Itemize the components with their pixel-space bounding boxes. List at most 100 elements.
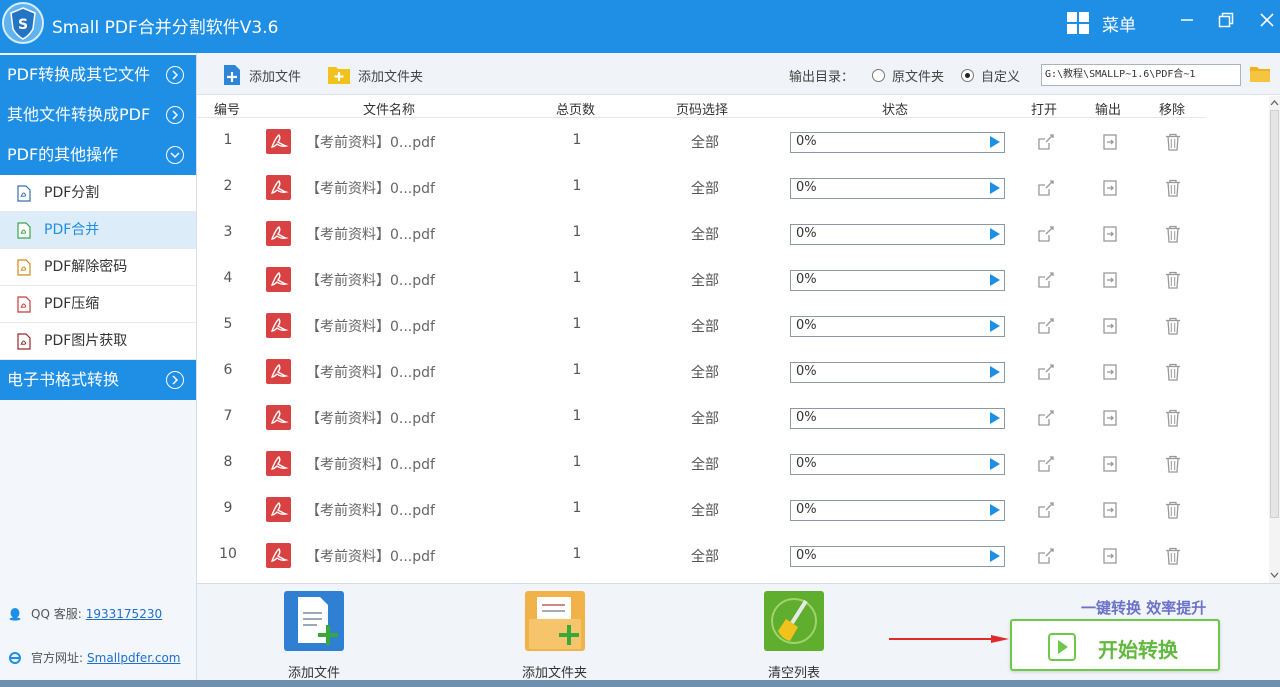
play-icon[interactable]: [990, 504, 1000, 516]
output-folder-icon[interactable]: [1100, 270, 1120, 290]
open-file-icon[interactable]: [1036, 316, 1056, 336]
table-row[interactable]: 9 【考前资料】0...pdf 1 全部 0%: [197, 486, 1205, 532]
open-file-icon[interactable]: [1036, 454, 1056, 474]
output-path-field[interactable]: G:\教程\SMALLP~1.6\PDF合~1: [1041, 64, 1241, 86]
table-row[interactable]: 5 【考前资料】0...pdf 1 全部 0%: [197, 302, 1205, 348]
output-folder-icon[interactable]: [1100, 546, 1120, 566]
sidebar-item-pdf-split[interactable]: PDF分割: [0, 175, 196, 212]
trash-icon[interactable]: [1163, 132, 1183, 152]
row-page-select[interactable]: 全部: [675, 408, 735, 428]
radio-original-folder[interactable]: 原文件夹: [872, 66, 944, 85]
row-page-select[interactable]: 全部: [675, 500, 735, 520]
browse-folder-icon[interactable]: [1249, 65, 1271, 83]
play-icon[interactable]: [990, 136, 1000, 148]
table-row[interactable]: 7 【考前资料】0...pdf 1 全部 0%: [197, 394, 1205, 440]
trash-icon[interactable]: [1163, 316, 1183, 336]
file-table: 编号 文件名称 总页数 页码选择 状态 打开 输出 移除 1 【考前资料】0...…: [197, 96, 1269, 583]
play-icon[interactable]: [990, 550, 1000, 562]
output-folder-icon[interactable]: [1100, 408, 1120, 428]
vertical-scrollbar[interactable]: [1269, 96, 1280, 583]
row-page-select[interactable]: 全部: [675, 132, 735, 152]
trash-icon[interactable]: [1163, 500, 1183, 520]
sidebar-cat-label: 其他文件转换成PDF: [7, 105, 151, 124]
bottom-add-folder-button[interactable]: 添加文件夹: [522, 591, 587, 681]
output-folder-icon[interactable]: [1100, 362, 1120, 382]
row-page-select[interactable]: 全部: [675, 178, 735, 198]
radio-custom-folder[interactable]: 自定义: [961, 66, 1020, 85]
open-file-icon[interactable]: [1036, 500, 1056, 520]
toolbar: 添加文件 添加文件夹 输出目录： 原文件夹 自定义 G:\教程\SMALLP~1…: [197, 53, 1280, 95]
scroll-up-icon[interactable]: [1270, 98, 1279, 108]
play-icon[interactable]: [990, 458, 1000, 470]
table-row[interactable]: 2 【考前资料】0...pdf 1 全部 0%: [197, 164, 1205, 210]
row-page-select[interactable]: 全部: [675, 454, 735, 474]
row-page-select[interactable]: 全部: [675, 224, 735, 244]
output-folder-icon[interactable]: [1100, 454, 1120, 474]
start-convert-button[interactable]: 开始转换: [1010, 619, 1220, 671]
sidebar-item-pdf-unlock[interactable]: PDF解除密码: [0, 249, 196, 286]
play-icon[interactable]: [990, 182, 1000, 194]
open-file-icon[interactable]: [1036, 178, 1056, 198]
play-icon[interactable]: [990, 274, 1000, 286]
sidebar-item-pdf-compress[interactable]: PDF压缩: [0, 286, 196, 323]
play-icon[interactable]: [990, 320, 1000, 332]
maximize-button[interactable]: [1213, 8, 1239, 32]
scroll-thumb[interactable]: [1270, 110, 1279, 518]
row-progress-bar: 0%: [790, 454, 1005, 475]
site-url-link[interactable]: Smallpdfer.com: [87, 651, 180, 665]
trash-icon[interactable]: [1163, 408, 1183, 428]
bottom-add-file-button[interactable]: 添加文件: [284, 591, 344, 681]
add-folder-icon: [328, 67, 350, 84]
row-page-select[interactable]: 全部: [675, 316, 735, 336]
pdf-merge-icon: [17, 222, 31, 239]
output-folder-icon[interactable]: [1100, 500, 1120, 520]
row-pages: 1: [572, 408, 582, 424]
row-page-select[interactable]: 全部: [675, 362, 735, 382]
open-file-icon[interactable]: [1036, 224, 1056, 244]
row-status: 0%: [796, 410, 817, 425]
output-folder-icon[interactable]: [1100, 178, 1120, 198]
output-folder-icon[interactable]: [1100, 316, 1120, 336]
add-folder-button[interactable]: 添加文件夹: [326, 64, 423, 86]
open-file-icon[interactable]: [1036, 270, 1056, 290]
menu-button[interactable]: 菜单: [1067, 9, 1136, 37]
row-page-select[interactable]: 全部: [675, 546, 735, 566]
pdf-file-icon: [266, 267, 291, 292]
open-file-icon[interactable]: [1036, 362, 1056, 382]
sidebar-cat-ebook[interactable]: 电子书格式转换: [0, 360, 196, 400]
table-row[interactable]: 4 【考前资料】0...pdf 1 全部 0%: [197, 256, 1205, 302]
output-folder-icon[interactable]: [1100, 132, 1120, 152]
scroll-down-icon[interactable]: [1270, 570, 1279, 580]
trash-icon[interactable]: [1163, 546, 1183, 566]
sidebar-item-label: PDF图片获取: [44, 333, 128, 349]
play-icon[interactable]: [990, 366, 1000, 378]
trash-icon[interactable]: [1163, 362, 1183, 382]
add-file-button[interactable]: 添加文件: [221, 64, 301, 86]
row-status: 0%: [796, 502, 817, 517]
trash-icon[interactable]: [1163, 224, 1183, 244]
open-file-icon[interactable]: [1036, 408, 1056, 428]
sidebar-cat-pdf-to-other[interactable]: PDF转换成其它文件: [0, 55, 196, 95]
trash-icon[interactable]: [1163, 454, 1183, 474]
play-icon[interactable]: [990, 412, 1000, 424]
sidebar-item-pdf-image[interactable]: PDF图片获取: [0, 323, 196, 360]
play-icon[interactable]: [990, 228, 1000, 240]
clear-list-button[interactable]: 清空列表: [764, 591, 824, 681]
table-row[interactable]: 10 【考前资料】0...pdf 1 全部 0%: [197, 532, 1205, 578]
table-row[interactable]: 6 【考前资料】0...pdf 1 全部 0%: [197, 348, 1205, 394]
sidebar-cat-pdf-other-ops[interactable]: PDF的其他操作: [0, 135, 196, 175]
open-file-icon[interactable]: [1036, 546, 1056, 566]
sidebar-cat-other-to-pdf[interactable]: 其他文件转换成PDF: [0, 95, 196, 135]
table-row[interactable]: 1 【考前资料】0...pdf 1 全部 0%: [197, 118, 1205, 164]
qq-number-link[interactable]: 1933175230: [86, 607, 162, 621]
close-button[interactable]: [1254, 8, 1280, 32]
sidebar-item-pdf-merge[interactable]: PDF合并: [0, 212, 196, 249]
open-file-icon[interactable]: [1036, 132, 1056, 152]
trash-icon[interactable]: [1163, 270, 1183, 290]
trash-icon[interactable]: [1163, 178, 1183, 198]
minimize-button[interactable]: [1174, 8, 1200, 32]
row-page-select[interactable]: 全部: [675, 270, 735, 290]
output-folder-icon[interactable]: [1100, 224, 1120, 244]
table-row[interactable]: 3 【考前资料】0...pdf 1 全部 0%: [197, 210, 1205, 256]
table-row[interactable]: 8 【考前资料】0...pdf 1 全部 0%: [197, 440, 1205, 486]
